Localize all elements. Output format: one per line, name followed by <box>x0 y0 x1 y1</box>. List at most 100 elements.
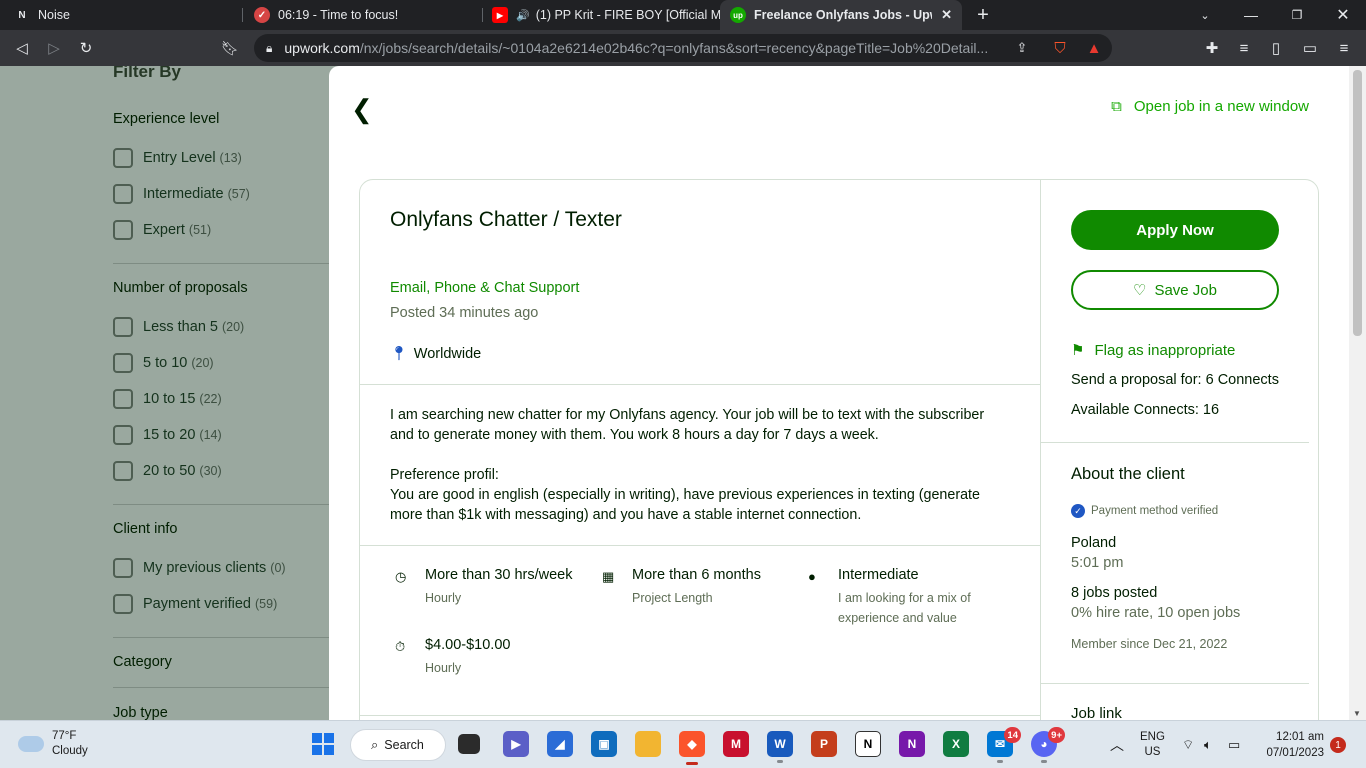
battery-icon[interactable]: ▭ <box>1228 721 1240 768</box>
share-icon[interactable]: ⇪ <box>1010 36 1034 60</box>
filter-divider <box>113 504 329 505</box>
option-label: 20 to 50 <box>143 463 196 479</box>
posted-time: Posted 34 minutes ago <box>390 305 539 321</box>
taskbar-search[interactable]: ⌕ Search <box>350 729 446 761</box>
option-label: 5 to 10 <box>143 355 188 371</box>
feature-duration: ▦ More than 6 months Project Length <box>602 567 761 608</box>
forward-icon[interactable]: ▷ <box>42 36 66 60</box>
language-indicator[interactable]: ENG US <box>1140 721 1165 768</box>
job-category-link[interactable]: Email, Phone & Chat Support <box>390 280 579 296</box>
option-count: (0) <box>270 561 286 575</box>
tab-search-chevron-icon[interactable]: ⌄ <box>1182 0 1228 30</box>
language-code: ENG <box>1140 731 1165 743</box>
back-icon[interactable]: ◁ <box>10 36 34 60</box>
microsoft-store-icon[interactable]: ▣ <box>591 731 617 757</box>
filter-entry-level[interactable]: Entry Level (13) <box>113 148 242 168</box>
taskbar-clock[interactable]: 12:01 am 07/01/2023 <box>1258 729 1324 761</box>
youtube-icon: ▶ <box>492 7 508 23</box>
apply-now-button[interactable]: Apply Now <box>1071 210 1279 250</box>
tab-focus-timer[interactable]: ✓ 06:19 - Time to focus! <box>244 0 480 30</box>
wallet-icon[interactable]: ▭ <box>1298 36 1322 60</box>
new-tab-icon[interactable]: + <box>972 4 994 26</box>
job-type-heading[interactable]: Job type <box>113 705 168 720</box>
playlist-icon[interactable]: ≡ <box>1232 36 1256 60</box>
checkbox[interactable] <box>113 148 133 168</box>
checkbox[interactable] <box>113 425 133 445</box>
feature-sub: Hourly <box>425 591 462 605</box>
discord-icon[interactable]: ◕ 9+ <box>1031 727 1065 763</box>
mcafee-icon[interactable]: M <box>723 731 749 757</box>
brave-shield-icon[interactable]: ⛉ <box>1048 36 1072 60</box>
powerpoint-icon[interactable]: P <box>811 731 837 757</box>
filter-previous-clients[interactable]: My previous clients (0) <box>113 558 286 578</box>
save-job-button[interactable]: ♡ Save Job <box>1071 270 1279 310</box>
reload-icon[interactable]: ↻ <box>74 36 98 60</box>
file-explorer-icon[interactable] <box>635 731 661 757</box>
brave-browser-icon[interactable]: ◆ <box>679 731 705 765</box>
tray-overflow-chevron-icon[interactable]: ︿ <box>1110 721 1124 768</box>
filter-15-to-20[interactable]: 15 to 20 (14) <box>113 425 222 445</box>
running-indicator <box>777 760 783 763</box>
filter-payment-verified[interactable]: Payment verified (59) <box>113 594 277 614</box>
menu-icon[interactable]: ≡ <box>1332 36 1356 60</box>
address-bar[interactable]: 🔒︎ upwork.com /nx/jobs/search/details/~0… <box>254 34 1112 62</box>
checkbox[interactable] <box>113 184 133 204</box>
weather-widget[interactable]: 77°F Cloudy <box>18 729 88 759</box>
checkbox[interactable] <box>113 594 133 614</box>
checkbox[interactable] <box>113 389 133 409</box>
notion-icon[interactable]: N <box>855 731 881 757</box>
task-view-icon[interactable] <box>458 734 480 754</box>
tab-noise[interactable]: N Noise <box>4 0 240 30</box>
filter-5-to-10[interactable]: 5 to 10 (20) <box>113 353 214 373</box>
checkbox[interactable] <box>113 220 133 240</box>
feature-experience: ● Intermediate I am looking for a mix of … <box>808 567 1008 628</box>
flag-inappropriate-link[interactable]: ⚑ Flag as inappropriate <box>1071 341 1235 360</box>
checkbox[interactable] <box>113 461 133 481</box>
brave-rewards-icon[interactable]: ▲ <box>1082 36 1106 60</box>
browser-tab-bar: N Noise ✓ 06:19 - Time to focus! ▶ 🔊 (1)… <box>0 0 1366 30</box>
checkbox[interactable] <box>113 317 133 337</box>
tab-upwork[interactable]: up Freelance Onlyfans Jobs - Upwork ✕ <box>720 0 962 30</box>
minimize-icon[interactable]: — <box>1228 0 1274 30</box>
close-window-icon[interactable]: ✕ <box>1320 0 1366 30</box>
onenote-icon[interactable]: N <box>899 731 925 757</box>
section-divider <box>360 384 1041 385</box>
filter-10-to-15[interactable]: 10 to 15 (22) <box>113 389 222 409</box>
windows-start-icon[interactable] <box>310 731 336 757</box>
location-pin-icon: 📍︎ <box>390 345 408 361</box>
back-chevron-icon[interactable]: ❮ <box>351 94 373 125</box>
feature-title: Intermediate <box>838 567 919 583</box>
feature-title: More than 6 months <box>632 567 761 583</box>
filter-divider <box>113 687 329 688</box>
volume-icon[interactable]: 🔈︎ <box>1204 721 1212 768</box>
design-app-icon[interactable]: ◢ <box>547 731 573 757</box>
clock-time: 12:01 am <box>1276 731 1324 743</box>
checkbox[interactable] <box>113 558 133 578</box>
teams-chat-icon[interactable]: ▶ <box>503 731 529 757</box>
filter-20-to-50[interactable]: 20 to 50 (30) <box>113 461 222 481</box>
restore-icon[interactable]: ❐ <box>1274 0 1320 30</box>
sidebar-toggle-icon[interactable]: ▯ <box>1264 36 1288 60</box>
close-tab-icon[interactable]: ✕ <box>941 7 952 23</box>
bookmark-icon[interactable]: 🔖︎ <box>218 36 242 60</box>
upwork-favicon-icon: up <box>730 7 746 23</box>
mail-app-icon[interactable]: ✉ 14 <box>987 727 1021 763</box>
notification-badge[interactable]: 1 <box>1330 737 1346 753</box>
filter-expert[interactable]: Expert (51) <box>113 220 211 240</box>
scrollbar-thumb[interactable] <box>1353 70 1362 336</box>
category-heading[interactable]: Category <box>113 654 172 670</box>
word-icon[interactable]: W <box>767 731 793 763</box>
filter-intermediate[interactable]: Intermediate (57) <box>113 184 250 204</box>
open-job-new-window-link[interactable]: ⧉ Open job in a new window <box>1111 98 1309 115</box>
page-scrollbar[interactable]: ▼ <box>1349 66 1366 720</box>
wifi-icon[interactable]: ⌔ <box>1182 721 1194 768</box>
job-card: Onlyfans Chatter / Texter Email, Phone &… <box>359 179 1319 720</box>
checkbox[interactable] <box>113 353 133 373</box>
option-count: (22) <box>199 392 222 406</box>
excel-icon[interactable]: X <box>943 731 969 757</box>
extensions-icon[interactable]: ✚ <box>1200 36 1224 60</box>
tab-youtube[interactable]: ▶ 🔊 (1) PP Krit - FIRE BOY [Official MV] <box>482 0 720 30</box>
speaker-icon[interactable]: 🔊 <box>516 9 530 22</box>
filter-less-than-5[interactable]: Less than 5 (20) <box>113 317 244 337</box>
scroll-down-arrow-icon[interactable]: ▼ <box>1353 709 1361 718</box>
